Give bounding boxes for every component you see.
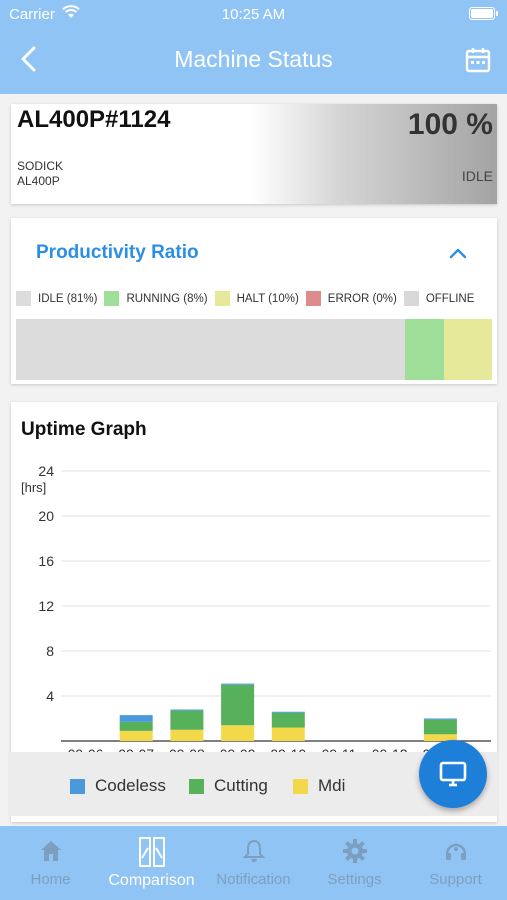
bar-segment-mdi xyxy=(271,727,305,741)
legend-swatch xyxy=(189,778,204,794)
comparison-icon xyxy=(139,837,165,867)
chevron-up-icon[interactable] xyxy=(449,246,467,260)
bar-segment-codeless xyxy=(221,683,255,685)
battery-icon xyxy=(469,7,498,20)
legend-item: OFFLINE xyxy=(403,291,475,306)
legend-swatch xyxy=(293,778,308,794)
tab-settings[interactable]: Settings xyxy=(304,826,405,900)
legend-label: ERROR (0%) xyxy=(327,292,397,305)
status-bar: Carrier 10:25 AM xyxy=(0,0,507,28)
gear-icon xyxy=(343,839,367,863)
y-tick-label: 24 xyxy=(38,463,54,479)
tab-notification[interactable]: Notification xyxy=(203,826,304,900)
header: Carrier 10:25 AM Machine Status xyxy=(0,0,507,94)
tab-label: Home xyxy=(30,871,71,888)
legend-label: IDLE (81%) xyxy=(38,292,98,305)
productivity-ratio-bar xyxy=(16,319,492,380)
tab-support[interactable]: Support xyxy=(405,826,506,900)
tab-label: Support xyxy=(429,871,482,888)
y-tick-label: 8 xyxy=(46,643,54,659)
legend-label: Mdi xyxy=(318,776,346,795)
legend-label: Codeless xyxy=(95,776,166,795)
bar-segment-codeless xyxy=(423,718,457,720)
legend-label: HALT (10%) xyxy=(236,292,299,305)
clock: 10:25 AM xyxy=(221,6,286,23)
productivity-title: Productivity Ratio xyxy=(36,242,199,263)
bar-segment-cutting xyxy=(271,712,305,728)
bar-segment-cutting xyxy=(119,721,153,731)
y-tick-label: 16 xyxy=(38,553,54,569)
bar-segment-mdi xyxy=(170,729,204,741)
bar-segment-codeless xyxy=(271,711,305,713)
tab-label: Comparison xyxy=(108,872,195,889)
bar-segment-cutting xyxy=(423,719,457,735)
machine-percent: 100 % xyxy=(407,108,493,141)
legend-item-codeless: Codeless xyxy=(70,776,166,796)
bar-segment-mdi xyxy=(221,725,255,741)
bar-segment-cutting xyxy=(221,684,255,726)
monitor-icon xyxy=(439,761,467,787)
y-tick-label: 20 xyxy=(38,508,54,524)
y-tick-label: 4 xyxy=(46,688,54,704)
tab-bar: Home Comparison Notification Settings Su… xyxy=(0,826,507,900)
legend-item: IDLE (81%) xyxy=(16,291,97,306)
tab-home[interactable]: Home xyxy=(0,826,101,900)
legend-label: OFFLINE xyxy=(425,292,475,305)
machine-card[interactable]: AL400P#1124 100 % SODICK AL400P IDLE xyxy=(11,104,497,204)
tab-comparison[interactable]: Comparison xyxy=(101,826,202,900)
productivity-card: Productivity Ratio IDLE (81%) RUNNING (8%… xyxy=(11,218,497,384)
legend-item-cutting: Cutting xyxy=(189,776,268,796)
legend-label: RUNNING (8%) xyxy=(126,292,208,305)
legend-swatch xyxy=(214,291,230,306)
y-tick-label: 12 xyxy=(38,598,54,614)
bar-segment-codeless xyxy=(119,715,153,722)
machine-state: IDLE xyxy=(461,168,493,184)
machine-model: AL400P xyxy=(17,174,60,188)
ratio-segment xyxy=(16,319,406,380)
ratio-segment xyxy=(405,319,444,380)
legend-item: ERROR (0%) xyxy=(305,291,397,306)
legend-item-mdi: Mdi xyxy=(293,776,345,796)
tab-label: Settings xyxy=(327,871,382,888)
bell-icon xyxy=(242,839,266,862)
bar-segment-mdi xyxy=(119,730,153,741)
legend-label: Cutting xyxy=(214,776,268,795)
ratio-segment xyxy=(443,319,492,380)
productivity-legend: IDLE (81%) RUNNING (8%) HALT (10%) ERROR (0… xyxy=(16,291,481,307)
uptime-title: Uptime Graph xyxy=(21,419,147,440)
legend-swatch xyxy=(305,291,321,306)
bar-segment-cutting xyxy=(170,710,204,730)
y-axis-label: [hrs] xyxy=(21,480,46,495)
machine-name: AL400P#1124 xyxy=(17,106,171,133)
home-icon xyxy=(41,841,61,861)
legend-swatch xyxy=(70,778,85,794)
calendar-icon[interactable] xyxy=(464,46,492,74)
legend-swatch xyxy=(104,291,120,306)
bar-segment-codeless xyxy=(170,709,204,711)
legend-swatch xyxy=(16,291,31,306)
tab-label: Notification xyxy=(216,871,291,888)
legend-item: RUNNING (8%) xyxy=(104,291,208,306)
monitor-fab-button[interactable] xyxy=(419,740,487,808)
machine-maker: SODICK xyxy=(17,159,64,173)
legend-item: HALT (10%) xyxy=(214,291,299,306)
legend-swatch xyxy=(403,291,419,306)
support-icon xyxy=(445,843,467,860)
page-title: Machine Status xyxy=(174,46,333,72)
